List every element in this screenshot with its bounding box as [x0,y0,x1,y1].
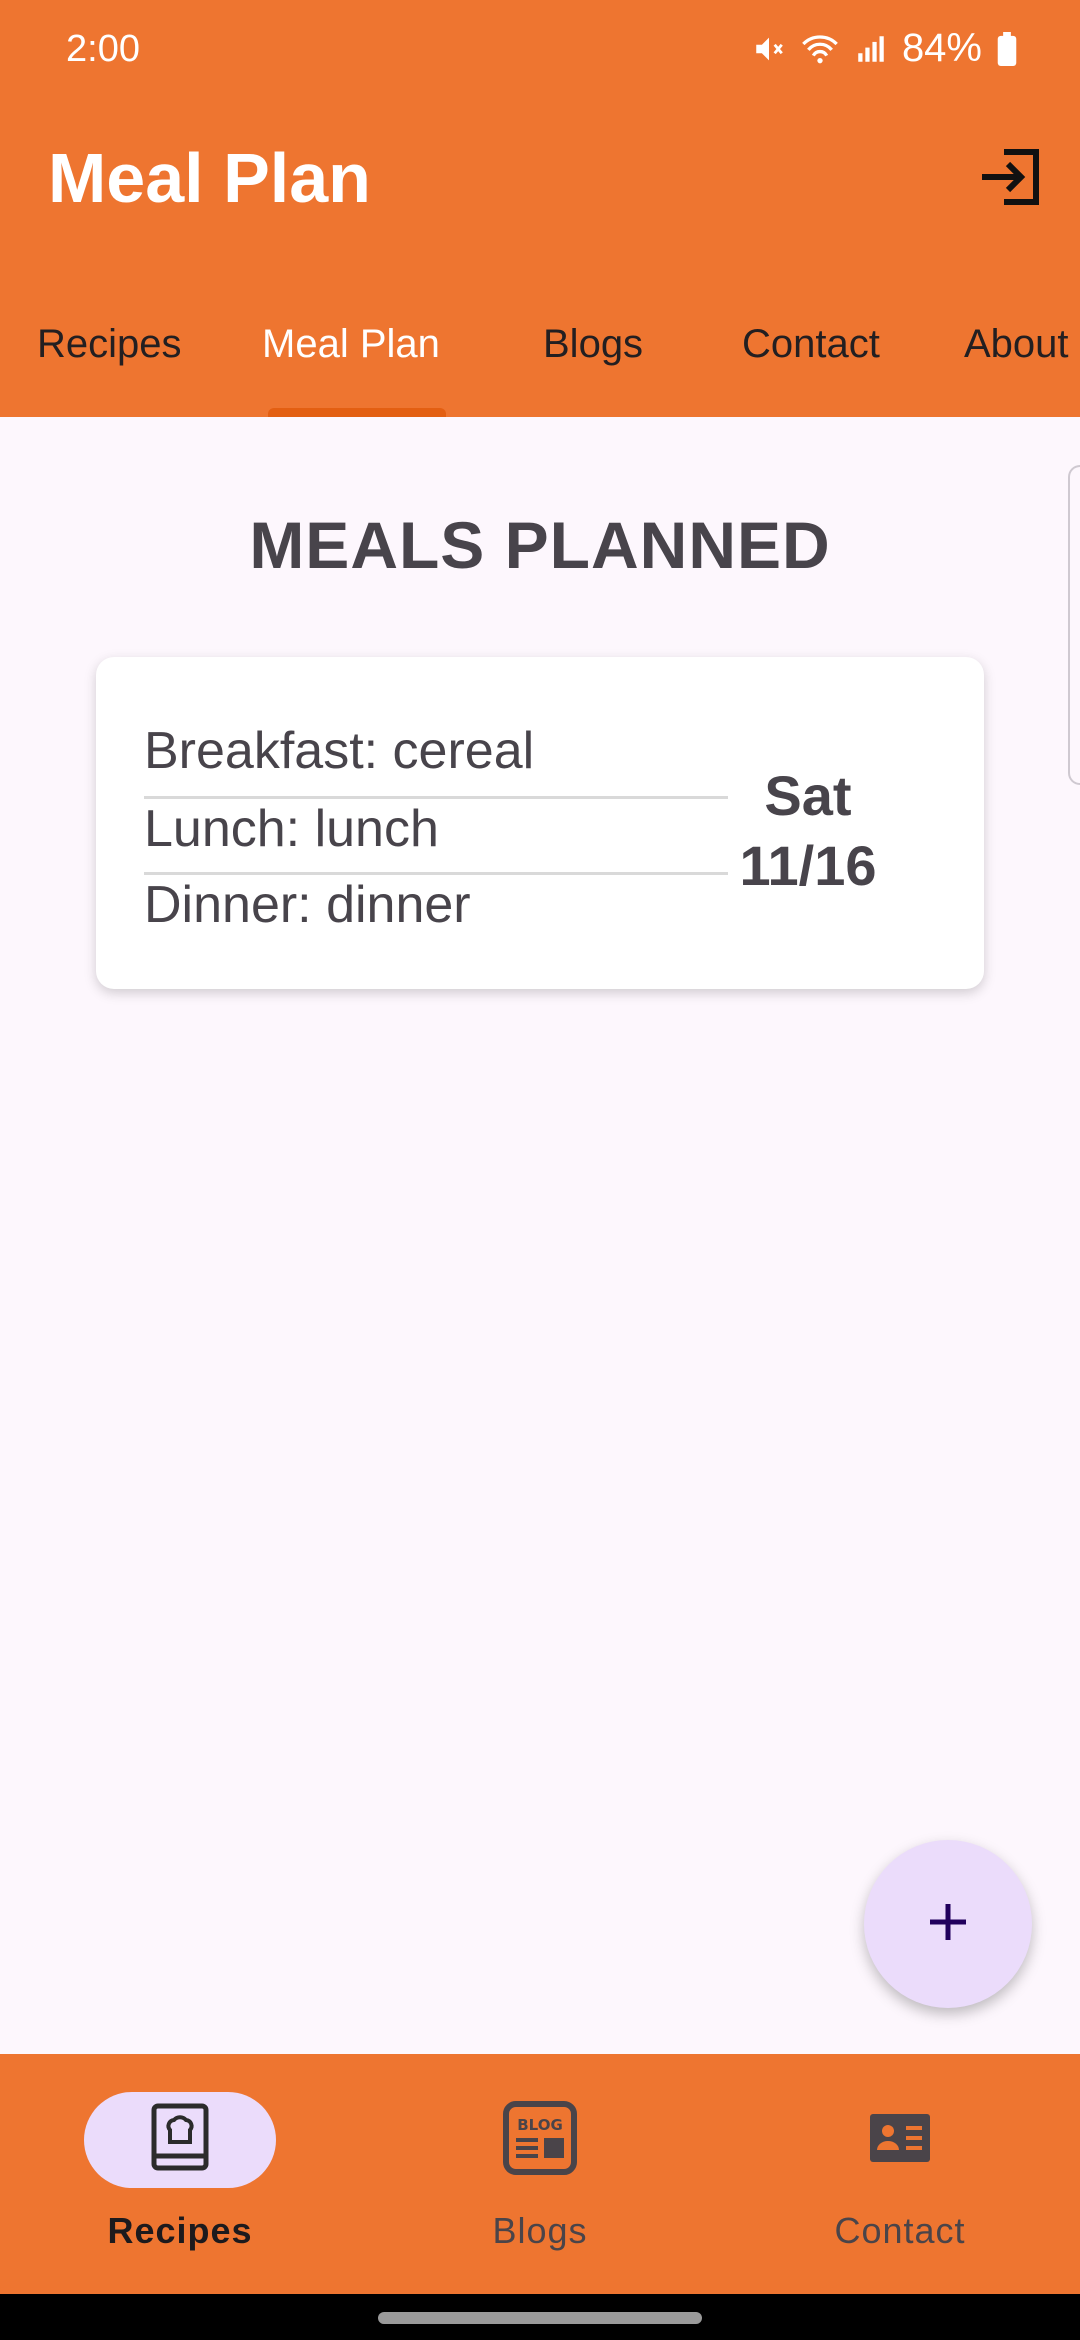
recipe-book-icon [148,2102,212,2179]
blog-icon: BLOG [502,2100,578,2181]
contact-card-icon [868,2112,932,2169]
tab-recipes[interactable]: Recipes [37,322,182,367]
plan-date-value: 11/16 [739,834,877,897]
nav-blogs[interactable]: BLOG Blogs [410,2092,670,2252]
nav-contact-label: Contact [834,2210,966,2251]
nav-contact[interactable]: Contact [770,2092,1030,2252]
meal-plan-card[interactable]: Breakfast: cereal Lunch: lunch Dinner: d… [96,657,984,989]
plan-day: Sat [764,764,852,827]
status-bar: 2:00 84% [0,0,1080,100]
nav-recipes-pill [84,2092,276,2188]
tab-contact[interactable]: Contact [742,322,880,367]
meals-heading: MEALS PLANNED [249,508,831,582]
lunch-entry: Lunch: lunch [144,799,728,875]
mute-icon [752,32,786,66]
system-navigation-bar [0,2294,1080,2340]
page-title: Meal Plan [48,139,371,217]
logout-icon[interactable] [974,146,1044,208]
app-bar: 2:00 84% Meal Plan Recipes Meal Plan Blo… [0,0,1080,417]
tab-about[interactable]: About [964,322,1069,367]
signal-icon [854,32,888,66]
tab-meal-plan[interactable]: Meal Plan [262,322,440,367]
svg-text:BLOG: BLOG [517,2116,563,2134]
plus-icon [924,1898,972,1951]
dinner-entry: Dinner: dinner [144,876,471,934]
breakfast-entry: Breakfast: cereal [144,721,728,799]
status-time: 2:00 [66,28,140,70]
nav-blogs-pill: BLOG [444,2092,636,2188]
bottom-navigation: Recipes BLOG Blogs Contact [0,2054,1080,2294]
battery-icon [996,31,1018,66]
plan-date: Sat 11/16 [728,761,888,901]
tab-blogs[interactable]: Blogs [543,322,643,367]
active-tab-indicator [268,408,446,417]
nav-blogs-label: Blogs [492,2210,588,2251]
battery-percent: 84% [901,26,982,70]
main-content: MEALS PLANNED Breakfast: cereal Lunch: l… [0,417,1080,2054]
nav-contact-pill [804,2092,996,2188]
nav-recipes[interactable]: Recipes [50,2092,310,2252]
nav-recipes-label: Recipes [107,2210,253,2251]
home-indicator[interactable] [378,2312,702,2324]
status-icons: 84% [752,26,1018,71]
tab-bar: Recipes Meal Plan Blogs Contact About [0,300,1080,417]
add-meal-button[interactable] [864,1840,1032,2008]
wifi-icon [800,32,840,66]
